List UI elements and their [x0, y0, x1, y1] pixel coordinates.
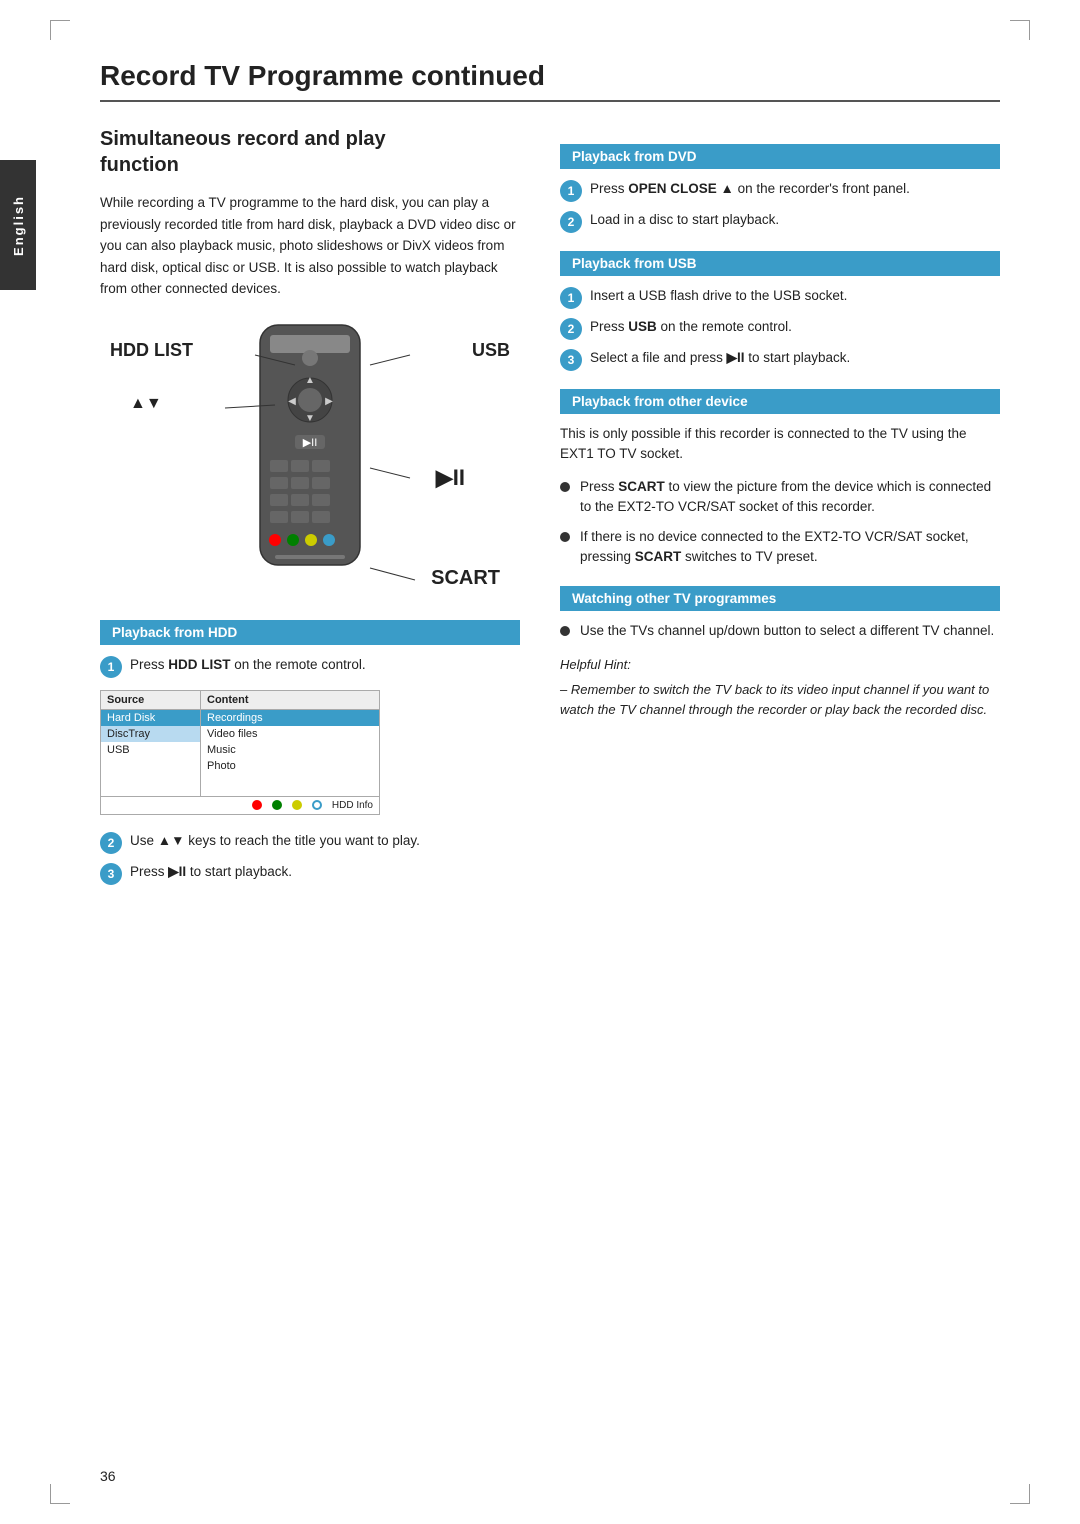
hdd-content-music: Music: [201, 742, 379, 758]
hdd-col-source-header: Source: [101, 691, 201, 709]
dvd-step-1-text: Press OPEN CLOSE ▲ on the recorder's fro…: [590, 179, 1000, 199]
hdd-step-1: 1 Press HDD LIST on the remote control.: [100, 655, 520, 678]
hdd-step-2: 2 Use ▲▼ keys to reach the title you wan…: [100, 831, 520, 854]
hdd-table-footer: HDD Info: [101, 796, 379, 814]
hdd-contents: Recordings Video files Music Photo: [201, 710, 379, 796]
playback-other-intro: This is only possible if this recorder i…: [560, 424, 1000, 465]
usb-step-2: 2 Press USB on the remote control.: [560, 317, 1000, 340]
hdd-step-2-text: Use ▲▼ keys to reach the title you want …: [130, 831, 520, 851]
hdd-source-disctray: DiscTray: [101, 726, 200, 742]
page-container: English Record TV Programme continued Si…: [0, 0, 1080, 1524]
watching-bullet-1: Use the TVs channel up/down button to se…: [560, 621, 1000, 641]
usb-step-2-text: Press USB on the remote control.: [590, 317, 1000, 337]
hdd-content-photo: Photo: [201, 758, 379, 774]
hdd-content-empty3: [201, 782, 379, 796]
left-column: Simultaneous record and play function Wh…: [100, 126, 520, 893]
hdd-source-usb: USB: [101, 742, 200, 758]
bullet-circle-1: [560, 482, 570, 492]
label-arrows: ▲▼: [130, 395, 162, 413]
label-hdd-list: HDD LIST: [110, 340, 193, 361]
watching-other-panel: Watching other TV programmes: [560, 586, 1000, 611]
dot-blue: [312, 800, 322, 810]
hdd-info-label: HDD Info: [332, 800, 373, 811]
playback-other-panel: Playback from other device: [560, 389, 1000, 414]
corner-tl: [50, 20, 70, 40]
page-title: Record TV Programme continued: [100, 60, 1000, 102]
other-bullet-2: If there is no device connected to the E…: [560, 527, 1000, 568]
dvd-step-1: 1 Press OPEN CLOSE ▲ on the recorder's f…: [560, 179, 1000, 202]
hdd-content-videofiles: Video files: [201, 726, 379, 742]
usb-step-num-2: 2: [560, 318, 582, 340]
label-usb: USB: [472, 340, 510, 361]
playback-hdd-panel: Playback from HDD: [100, 620, 520, 645]
dvd-step-2: 2 Load in a disc to start playback.: [560, 210, 1000, 233]
playback-usb-panel: Playback from USB: [560, 251, 1000, 276]
usb-step-1: 1 Insert a USB flash drive to the USB so…: [560, 286, 1000, 309]
hdd-table-body: Hard Disk DiscTray USB Recordings Video …: [101, 710, 379, 796]
usb-step-1-text: Insert a USB flash drive to the USB sock…: [590, 286, 1000, 306]
hdd-step-1-text: Press HDD LIST on the remote control.: [130, 655, 520, 675]
hdd-table: Source Content Hard Disk DiscTray USB R: [100, 690, 380, 815]
svg-text:▲: ▲: [305, 375, 315, 386]
corner-bl: [50, 1484, 70, 1504]
svg-text:◀: ◀: [288, 396, 296, 407]
bullet-circle-3: [560, 626, 570, 636]
side-tab: English: [0, 160, 36, 290]
dot-green: [272, 800, 282, 810]
svg-text:▶II: ▶II: [303, 437, 318, 449]
usb-step-3-text: Select a file and press ▶II to start pla…: [590, 348, 1000, 368]
label-play: ▶II: [436, 465, 465, 491]
other-bullet-1: Press SCART to view the picture from the…: [560, 477, 1000, 518]
hdd-content-recordings: Recordings: [201, 710, 379, 726]
step-num-1: 1: [100, 656, 122, 678]
dvd-step-num-1: 1: [560, 180, 582, 202]
hint-text: – Remember to switch the TV back to its …: [560, 680, 1000, 722]
intro-text: While recording a TV programme to the ha…: [100, 192, 520, 300]
label-scart: SCART: [431, 567, 500, 590]
dot-red: [252, 800, 262, 810]
dot-yellow: [292, 800, 302, 810]
other-bullet-2-text: If there is no device connected to the E…: [580, 527, 1000, 568]
hdd-col-content-header: Content: [201, 691, 379, 709]
remote-svg: ▲ ▼ ◀ ▶ ▶II: [240, 320, 380, 583]
usb-step-num-1: 1: [560, 287, 582, 309]
hdd-step-3: 3 Press ▶II to start playback.: [100, 862, 520, 885]
page-number: 36: [100, 1468, 116, 1484]
usb-step-num-3: 3: [560, 349, 582, 371]
usb-step-3: 3 Select a file and press ▶II to start p…: [560, 348, 1000, 371]
hdd-source-harddisk: Hard Disk: [101, 710, 200, 726]
helpful-hint: Helpful Hint: – Remember to switch the T…: [560, 655, 1000, 721]
hdd-step-3-text: Press ▶II to start playback.: [130, 862, 520, 882]
watching-bullet-1-text: Use the TVs channel up/down button to se…: [580, 621, 994, 641]
right-column: Playback from DVD 1 Press OPEN CLOSE ▲ o…: [560, 126, 1000, 893]
corner-br: [1010, 1484, 1030, 1504]
hdd-source-empty4: [101, 770, 200, 784]
hdd-sources: Hard Disk DiscTray USB: [101, 710, 201, 796]
dvd-step-2-text: Load in a disc to start playback.: [590, 210, 1000, 230]
section-heading: Simultaneous record and play function: [100, 126, 520, 178]
step-num-2: 2: [100, 832, 122, 854]
svg-text:▶: ▶: [325, 396, 333, 407]
other-bullet-1-text: Press SCART to view the picture from the…: [580, 477, 1000, 518]
bullet-circle-2: [560, 532, 570, 542]
dvd-step-num-2: 2: [560, 211, 582, 233]
step-num-3: 3: [100, 863, 122, 885]
corner-tr: [1010, 20, 1030, 40]
hdd-table-header: Source Content: [101, 691, 379, 710]
svg-text:▼: ▼: [305, 413, 315, 424]
hint-title: Helpful Hint:: [560, 655, 1000, 676]
remote-diagram: HDD LIST USB ▲▼ ▶II SCART: [100, 320, 520, 600]
playback-dvd-panel: Playback from DVD: [560, 144, 1000, 169]
two-col-layout: Simultaneous record and play function Wh…: [100, 126, 1000, 893]
